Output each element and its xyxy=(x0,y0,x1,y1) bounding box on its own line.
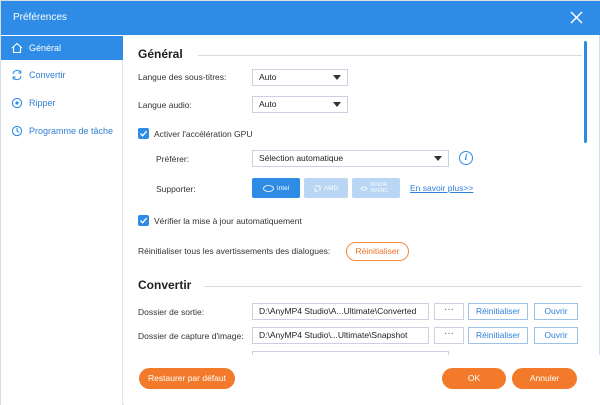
auto-update-checkbox[interactable] xyxy=(138,215,149,226)
section-divider xyxy=(198,55,582,56)
sidebar-item-label: Général xyxy=(29,43,62,53)
support-label: Supporter: xyxy=(156,184,196,194)
check-icon xyxy=(140,217,148,224)
title-bar: Préférences xyxy=(1,1,600,35)
sidebar-item-label: Ripper xyxy=(29,98,56,108)
snapshot-folder-path[interactable]: D:\AnyMP4 Studio\...Ultimate\Snapshot xyxy=(252,327,429,344)
restore-defaults-button[interactable]: Restaurer par défaut xyxy=(139,368,235,389)
sidebar-item-convert[interactable]: Convertir xyxy=(1,63,123,87)
sidebar-item-ripper[interactable]: Ripper xyxy=(1,91,123,115)
reset-warnings-label: Réinitialiser tous les avertissements de… xyxy=(138,246,331,256)
audio-language-label: Langue audio: xyxy=(138,100,192,110)
audio-language-select[interactable]: Auto xyxy=(252,96,348,113)
settings-content: Général Langue des sous-titres: Auto Lan… xyxy=(124,35,594,355)
snapshot-folder-open-button[interactable]: Ouvrir xyxy=(534,327,578,344)
chevron-down-icon xyxy=(333,102,341,107)
home-icon xyxy=(11,42,23,54)
amd-logo-icon xyxy=(314,185,321,191)
gpu-acceleration-checkbox[interactable] xyxy=(138,128,149,139)
section-title-general: Général xyxy=(138,47,183,61)
preferences-window: Préférences Général Convertir Ripper Pro… xyxy=(0,0,600,405)
intel-logo-icon xyxy=(262,184,274,192)
check-icon xyxy=(140,130,148,137)
sidebar-item-task-schedule[interactable]: Programme de tâche xyxy=(1,119,123,143)
subtitle-language-select[interactable]: Auto xyxy=(252,69,348,86)
close-icon[interactable] xyxy=(570,11,583,24)
gpu-intel-button[interactable]: Intel xyxy=(252,178,300,198)
clock-icon xyxy=(11,125,23,137)
reset-warnings-button[interactable]: Réinitialiser xyxy=(346,242,409,261)
gpu-intel-label: Intel xyxy=(276,184,290,192)
ok-button[interactable]: OK xyxy=(442,368,506,389)
chevron-down-icon xyxy=(333,75,341,80)
output-folder-label: Dossier de sortie: xyxy=(138,307,205,317)
disc-icon xyxy=(11,97,23,109)
auto-update-label: Vérifier la mise à jour automatiquement xyxy=(154,216,302,226)
output-folder-browse-button[interactable]: ··· xyxy=(434,303,464,320)
refresh-icon xyxy=(12,69,22,81)
gpu-acceleration-label: Activer l'accélération GPU xyxy=(154,129,253,139)
subtitle-language-value: Auto xyxy=(259,72,277,82)
gpu-amd-label: AMD xyxy=(323,184,339,192)
gpu-amd-button: AMD xyxy=(304,178,348,198)
output-folder-open-button[interactable]: Ouvrir xyxy=(534,303,578,320)
info-icon[interactable]: i xyxy=(459,151,473,165)
window-title: Préférences xyxy=(13,12,67,23)
output-folder-path[interactable]: D:\AnyMP4 Studio\A...Ultimate\Converted xyxy=(252,303,429,320)
gpu-prefer-value: Sélection automatique xyxy=(259,153,344,163)
sidebar-item-label: Convertir xyxy=(29,70,66,80)
section-title-convert: Convertir xyxy=(138,278,192,292)
snapshot-folder-label: Dossier de capture d'image: xyxy=(138,331,244,341)
scrollbar-thumb[interactable] xyxy=(584,41,587,143)
prefer-label: Préférer: xyxy=(156,154,190,164)
snapshot-folder-reset-button[interactable]: Réinitialiser xyxy=(468,327,528,344)
gpu-prefer-select[interactable]: Sélection automatique xyxy=(252,150,449,167)
chevron-down-icon xyxy=(434,156,442,161)
learn-more-link[interactable]: En savoir plus>> xyxy=(410,183,473,193)
output-folder-reset-button[interactable]: Réinitialiser xyxy=(468,303,528,320)
cancel-button[interactable]: Annuler xyxy=(512,368,577,389)
audio-language-value: Auto xyxy=(259,99,277,109)
subtitle-language-label: Langue des sous-titres: xyxy=(138,72,227,82)
sidebar-item-general[interactable]: Général xyxy=(1,36,123,60)
sidebar: Général Convertir Ripper Programme de tâ… xyxy=(1,35,123,405)
gpu-nvidia-button: NVIDIA NVENC xyxy=(352,178,400,198)
section-divider xyxy=(204,286,582,287)
nvidia-logo-icon xyxy=(359,185,368,191)
snapshot-folder-browse-button[interactable]: ··· xyxy=(434,327,464,344)
gpu-nvidia-label: NVIDIA NVENC xyxy=(370,182,389,194)
footer: Restaurer par défaut OK Annuler xyxy=(124,355,600,405)
sidebar-item-label: Programme de tâche xyxy=(29,126,114,136)
